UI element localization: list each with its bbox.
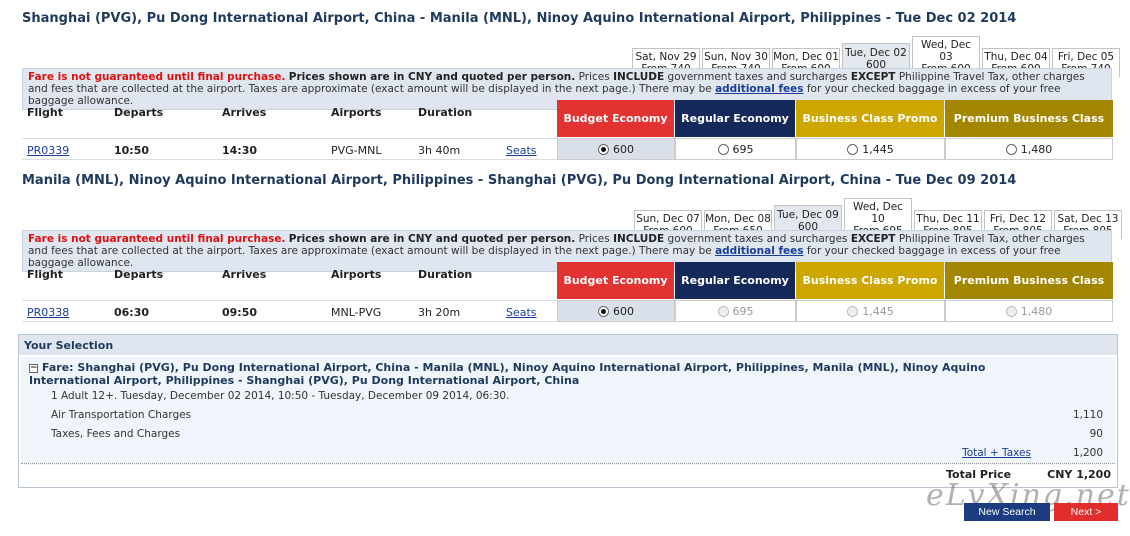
flight-row: PR0338 06:30 09:50 MNL-PVG 3h 20m Seats …	[22, 300, 1113, 322]
air-charges-value: 1,110	[1072, 409, 1103, 421]
business-promo-fare-option[interactable]: 1,445	[796, 138, 945, 160]
col-duration: Duration	[418, 268, 473, 281]
radio-selected-icon	[598, 305, 609, 317]
flight-row: PR0339 10:50 14:30 PVG-MNL 3h 40m Seats …	[22, 138, 1113, 160]
radio-icon	[847, 143, 859, 155]
premium-business-header: Premium Business Class	[945, 262, 1113, 299]
radio-icon	[1005, 143, 1017, 155]
flight-number-link[interactable]: PR0339	[27, 144, 69, 157]
duration-value: 3h 40m	[418, 144, 461, 157]
flight-number-link[interactable]: PR0338	[27, 306, 69, 319]
business-promo-fare-option: 1,445	[796, 300, 945, 322]
departs-time: 10:50	[114, 144, 150, 157]
additional-fees-link[interactable]: additional fees	[715, 83, 803, 95]
inbound-route-title: Manila (MNL), Ninoy Aquino International…	[22, 173, 1017, 188]
premium-business-fare-option[interactable]: 1,480	[945, 138, 1113, 160]
col-departs: Departs	[114, 268, 164, 281]
selection-title: Your Selection	[19, 335, 1117, 355]
radio-disabled-icon	[847, 305, 859, 317]
col-flight: Flight	[27, 268, 64, 281]
business-class-promo-header: Business Class Promo	[796, 100, 944, 137]
radio-disabled-icon	[1005, 305, 1017, 317]
passenger-info: 1 Adult 12+. Tuesday, December 02 2014, …	[51, 390, 510, 402]
seats-link[interactable]: Seats	[506, 306, 537, 319]
additional-fees-link[interactable]: additional fees	[715, 245, 803, 257]
col-flight: Flight	[27, 106, 64, 119]
duration-value: 3h 20m	[418, 306, 461, 319]
col-airports: Airports	[331, 106, 382, 119]
taxes-label: Taxes, Fees and Charges	[51, 428, 181, 440]
radio-selected-icon	[598, 143, 609, 155]
total-taxes-link[interactable]: Total + Taxes	[962, 447, 1031, 459]
budget-economy-fare-option[interactable]: 600	[557, 300, 675, 322]
regular-economy-fare-option[interactable]: 695	[675, 138, 796, 160]
radio-disabled-icon	[717, 305, 729, 317]
outbound-flight-table: Flight Departs Arrives Airports Duration…	[22, 100, 1113, 160]
inbound-flight-table: Flight Departs Arrives Airports Duration…	[22, 262, 1113, 322]
selection-body: − Fare: Shanghai (PVG), Pu Dong Internati…	[21, 357, 1115, 465]
budget-economy-fare-option[interactable]: 600	[557, 138, 675, 160]
regular-economy-fare-option: 695	[675, 300, 796, 322]
air-charges-label: Air Transportation Charges	[51, 409, 192, 421]
taxes-value: 90	[1089, 428, 1103, 440]
next-button[interactable]: Next >	[1054, 503, 1118, 521]
col-arrives: Arrives	[222, 268, 267, 281]
divider	[21, 463, 1115, 464]
arrives-time: 09:50	[222, 306, 258, 319]
outbound-route-title: Shanghai (PVG), Pu Dong International Ai…	[22, 11, 1017, 26]
seats-link[interactable]: Seats	[506, 144, 537, 157]
collapse-icon[interactable]: −	[29, 364, 38, 373]
regular-economy-header: Regular Economy	[675, 262, 795, 299]
business-class-promo-header: Business Class Promo	[796, 262, 944, 299]
departs-time: 06:30	[114, 306, 150, 319]
budget-economy-header: Budget Economy	[557, 262, 674, 299]
col-airports: Airports	[331, 268, 382, 281]
fare-summary: − Fare: Shanghai (PVG), Pu Dong Internati…	[29, 361, 986, 387]
airports-code: PVG-MNL	[331, 144, 382, 157]
regular-economy-header: Regular Economy	[675, 100, 795, 137]
total-taxes-value: 1,200	[1072, 447, 1103, 459]
budget-economy-header: Budget Economy	[557, 100, 674, 137]
airports-code: MNL-PVG	[331, 306, 382, 319]
arrives-time: 14:30	[222, 144, 258, 157]
col-arrives: Arrives	[222, 106, 267, 119]
premium-business-fare-option: 1,480	[945, 300, 1113, 322]
new-search-button[interactable]: New Search	[964, 503, 1050, 521]
premium-business-header: Premium Business Class	[945, 100, 1113, 137]
radio-icon	[717, 143, 729, 155]
col-departs: Departs	[114, 106, 164, 119]
your-selection-panel: Your Selection − Fare: Shanghai (PVG), Pu…	[18, 334, 1118, 488]
col-duration: Duration	[418, 106, 473, 119]
